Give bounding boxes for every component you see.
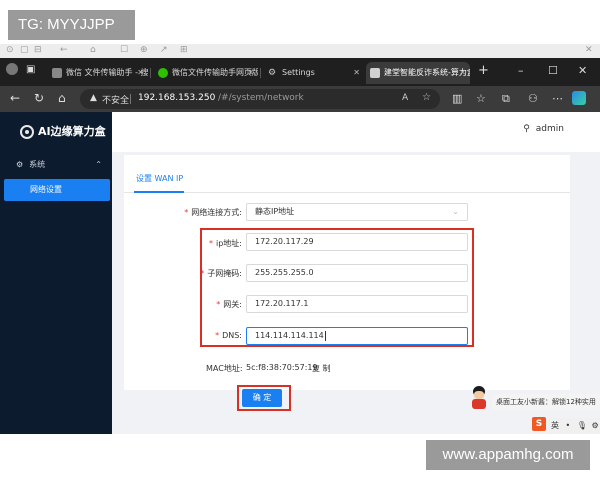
- sidebar-group-system[interactable]: ⚙ 系统 ⌃: [16, 158, 106, 172]
- user-menu[interactable]: ⚲ admin: [523, 124, 564, 134]
- home-icon[interactable]: ⌂: [58, 91, 66, 105]
- ime-language[interactable]: 英: [551, 421, 559, 430]
- user-icon: ⚲: [523, 124, 530, 134]
- watermark-bottom: www.appamhg.com: [426, 440, 590, 470]
- ghost-icon: ⊟: [34, 45, 42, 55]
- ghost-icon: ☐: [120, 45, 129, 55]
- tab-separator: [150, 68, 151, 78]
- ime-toolbar: 英 • 🎙 ⚙: [548, 418, 600, 434]
- favorite-star-icon[interactable]: ☆: [422, 92, 431, 103]
- copilot-icon[interactable]: [572, 91, 586, 105]
- ghost-icon: ⊞: [180, 45, 188, 55]
- chevron-up-icon: ⌃: [95, 160, 102, 169]
- active-tab-underline: [134, 191, 184, 193]
- sidebar: AI边缘算力盒 ⚙ 系统 ⌃: [0, 112, 112, 434]
- settings-icon[interactable]: ⚙: [592, 421, 599, 430]
- ghost-icon: ↗: [160, 45, 168, 55]
- ghost-icon: ⊕: [140, 45, 148, 55]
- chevron-down-icon: ⌄: [452, 207, 459, 216]
- connection-type-select[interactable]: 静态IP地址 ⌄: [246, 203, 468, 221]
- gear-icon: ⚙: [16, 160, 24, 169]
- ghost-icon: ⊙: [6, 45, 14, 55]
- close-window-button[interactable]: ✕: [578, 64, 587, 77]
- address-bar: ← ↻ ⌂ ▲ 不安全 192.168.153.250 /#/system/ne…: [0, 86, 600, 112]
- back-icon[interactable]: ←: [10, 91, 20, 105]
- page-icon: [52, 68, 62, 78]
- insecure-label: 不安全: [102, 96, 130, 106]
- tabs-row: 设置 WAN IP: [124, 155, 570, 193]
- maximize-button[interactable]: ☐: [548, 64, 558, 77]
- tab-separator: [260, 68, 261, 78]
- close-icon[interactable]: ✕: [247, 62, 254, 84]
- tab-wan-ip[interactable]: 设置 WAN IP: [136, 173, 183, 184]
- ghost-icon: ←: [60, 45, 68, 55]
- ghost-toolbar: ⊙ ▢ ⊟ ← ⌂ ☐ ⊕ ↗ ⊞ ✕: [0, 44, 600, 58]
- tab-active-app[interactable]: 建堂智能反诈系统-算力盒 ✕: [366, 62, 470, 84]
- more-icon[interactable]: ⋯: [552, 92, 563, 105]
- extensions-icon[interactable]: ⚇: [528, 92, 538, 105]
- url-field[interactable]: ▲ 不安全 192.168.153.250 /#/system/network …: [80, 89, 440, 109]
- mic-icon[interactable]: 🎙: [577, 421, 587, 430]
- mac-address-value: 5c:f8:38:70:57:19: [246, 363, 318, 372]
- confirm-button[interactable]: 确 定: [242, 389, 282, 407]
- page-icon: [370, 68, 380, 78]
- logo-icon: [20, 125, 34, 139]
- collections-icon[interactable]: ⧉: [502, 92, 510, 106]
- close-icon[interactable]: ✕: [459, 62, 466, 84]
- ghost-icon: ▢: [20, 45, 29, 55]
- ghost-icon: ⌂: [90, 45, 96, 55]
- favorites-icon[interactable]: ☆: [476, 92, 486, 105]
- close-icon[interactable]: ✕: [353, 62, 360, 84]
- top-header: ⚲ admin: [112, 112, 600, 152]
- fields-highlight-box: [200, 228, 474, 347]
- sogou-ime-icon[interactable]: S: [532, 417, 546, 431]
- minimize-button[interactable]: –: [518, 64, 524, 77]
- url-path: /#/system/network: [218, 93, 304, 103]
- warning-icon: ▲: [90, 93, 97, 103]
- tab-wechat-web[interactable]: 微信文件传输助手网页版 ✕: [154, 62, 258, 84]
- mac-address-label: MAC地址:: [206, 364, 243, 373]
- copy-button[interactable]: 复 制: [312, 363, 331, 374]
- tab-wechat-search[interactable]: 微信 文件传输助手 - 搜索 ✕: [48, 62, 148, 84]
- watermark-top: TG: MYYJJPP: [8, 10, 135, 40]
- tab-actions-icon[interactable]: ▣: [26, 64, 35, 75]
- wechat-icon: [158, 68, 168, 78]
- connection-type-label: * 网络连接方式:: [184, 208, 242, 217]
- tab-strip: ▣ 微信 文件传输助手 - 搜索 ✕ 微信文件传输助手网页版 ✕ ⚙ Setti…: [0, 58, 600, 86]
- punctuation-icon[interactable]: •: [566, 421, 571, 430]
- assistant-avatar[interactable]: [468, 386, 490, 412]
- close-icon[interactable]: ✕: [137, 62, 144, 84]
- app-logo: AI边缘算力盒: [20, 124, 106, 140]
- profile-icon[interactable]: [6, 63, 18, 75]
- reload-icon[interactable]: ↻: [34, 91, 44, 105]
- screenshot-page: ⊙ ▢ ⊟ ← ⌂ ☐ ⊕ ↗ ⊞ ✕ ▣ 微信 文件传输助手 - 搜索 ✕ 微…: [0, 0, 600, 480]
- ghost-icon: ✕: [585, 45, 593, 55]
- read-aloud-icon[interactable]: A: [402, 93, 408, 103]
- sidebar-item-network-settings[interactable]: 网络设置: [4, 179, 110, 201]
- split-screen-icon[interactable]: ▥: [452, 92, 462, 105]
- assistant-toast[interactable]: 桌面工友小新酱：解锁12种实用: [492, 394, 600, 410]
- url-host: 192.168.153.250: [138, 93, 216, 103]
- tab-settings[interactable]: ⚙ Settings ✕: [264, 62, 364, 84]
- settings-icon: ⚙: [268, 68, 277, 78]
- url-divider: [130, 94, 131, 104]
- new-tab-button[interactable]: +: [478, 63, 489, 78]
